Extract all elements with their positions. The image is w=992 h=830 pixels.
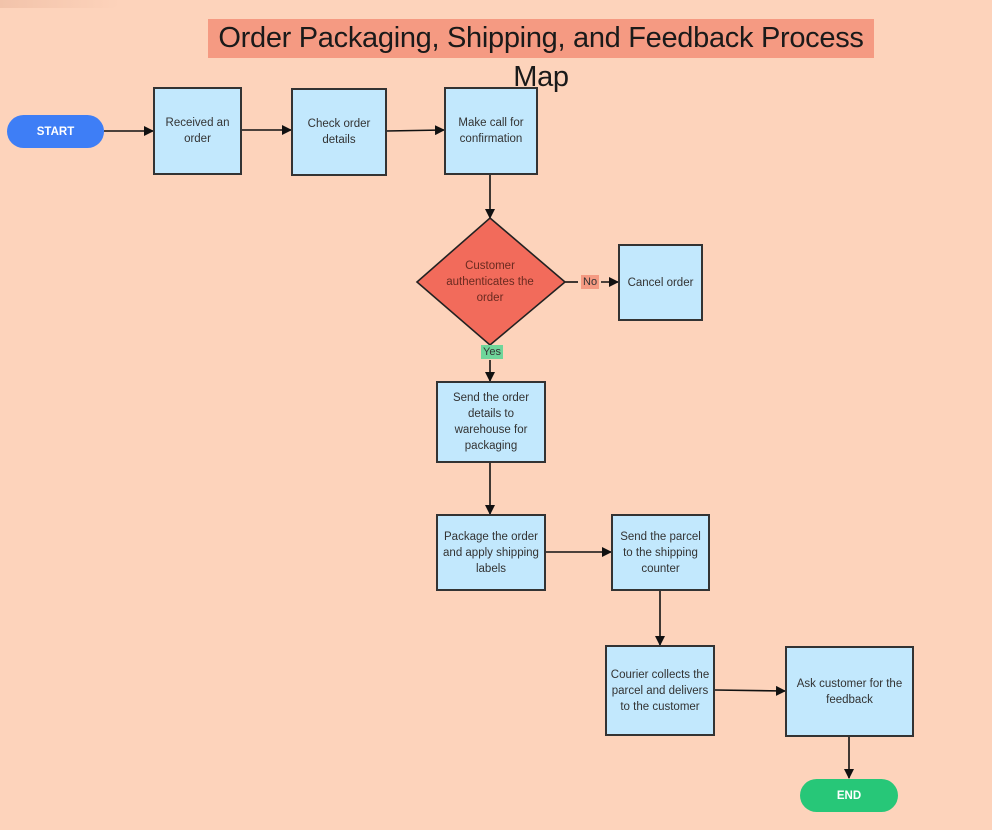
node-courier-delivers[interactable]: Courier collects the parcel and delivers…: [605, 645, 715, 736]
node-cancel-order[interactable]: Cancel order: [618, 244, 703, 321]
edge-label-no: No: [581, 275, 600, 289]
edge-label-yes: Yes: [481, 345, 503, 359]
node-make-call[interactable]: Make call for confirmation: [444, 87, 538, 175]
edge-courier-feedback: [714, 685, 786, 696]
node-label: Send the order details to warehouse for …: [452, 392, 530, 452]
node-label: Courier collects the parcel and delivers…: [610, 668, 710, 713]
node-ask-feedback[interactable]: Ask customer for the feedback: [785, 646, 914, 737]
end-terminal[interactable]: END: [800, 779, 898, 812]
node-label: Check order details: [307, 118, 371, 146]
node-label: Send the parcel to the shipping counter: [620, 530, 701, 575]
node-label: Make call for confirmation: [458, 117, 524, 145]
node-check-order-details[interactable]: Check order details: [291, 88, 387, 176]
node-label: Ask customer for the feedback: [796, 677, 903, 706]
decision-label: Customer authenticates the order: [446, 260, 534, 304]
edge-check-call: [385, 125, 445, 136]
node-package-order[interactable]: Package the order and apply shipping lab…: [436, 514, 546, 591]
node-send-to-warehouse[interactable]: Send the order details to warehouse for …: [436, 381, 546, 463]
node-label: Received an order: [165, 117, 230, 145]
node-send-parcel[interactable]: Send the parcel to the shipping counter: [611, 514, 710, 591]
start-terminal[interactable]: START: [7, 115, 104, 148]
node-label: Package the order and apply shipping lab…: [443, 530, 539, 575]
node-label: Cancel order: [627, 276, 694, 289]
node-received-order[interactable]: Received an order: [153, 87, 242, 175]
